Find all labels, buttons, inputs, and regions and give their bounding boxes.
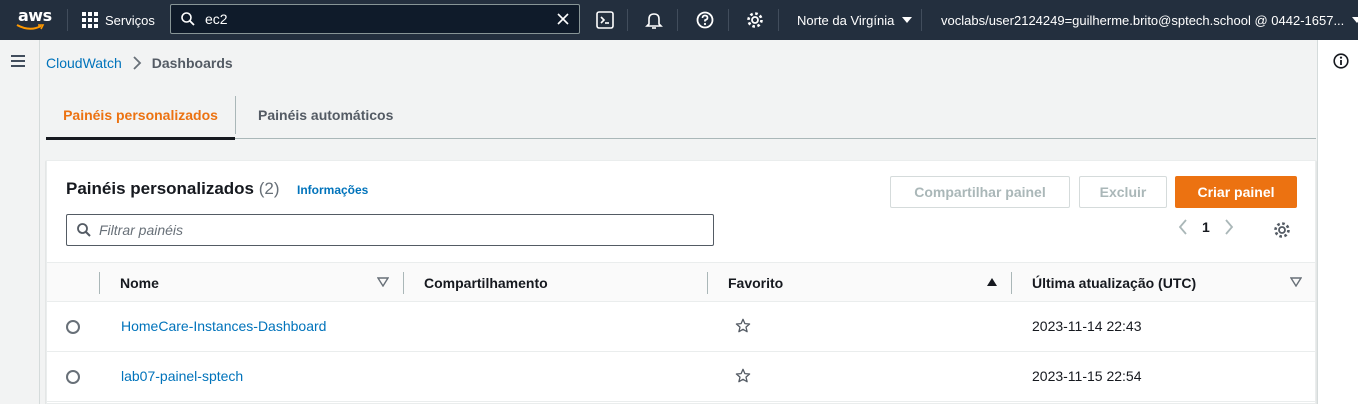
notifications-bell-icon[interactable] — [641, 0, 667, 40]
delete-button[interactable]: Excluir — [1079, 176, 1167, 208]
help-icon[interactable] — [692, 0, 718, 40]
next-page-button[interactable] — [1224, 219, 1234, 235]
chevron-left-icon — [1178, 219, 1187, 235]
help-side-panel — [1317, 40, 1358, 404]
page-number[interactable]: 1 — [1202, 219, 1210, 235]
panel-title: Painéis personalizados — [66, 179, 255, 198]
global-search-input[interactable]: ec2 — [170, 4, 580, 34]
nav-divider — [921, 9, 922, 31]
panel-header: Painéis personalizados (2) — [66, 179, 280, 199]
settings-gear-icon[interactable] — [742, 0, 768, 40]
column-header-last-updated[interactable]: Última atualização (UTC) — [1032, 263, 1196, 303]
chevron-down-icon — [902, 17, 913, 23]
search-icon — [181, 12, 195, 26]
favorite-star-icon[interactable] — [735, 368, 751, 384]
favorite-star-icon[interactable] — [735, 318, 751, 334]
nav-divider — [778, 9, 779, 31]
row-select-radio[interactable] — [66, 320, 80, 334]
column-header-sharing[interactable]: Compartilhamento — [424, 263, 548, 303]
account-label: voclabs/user2124249=guilherme.brito@spte… — [941, 12, 1345, 28]
create-dashboard-button[interactable]: Criar painel — [1175, 176, 1297, 208]
nav-divider — [627, 9, 628, 31]
pagination: 1 — [1178, 219, 1234, 235]
grid-icon — [82, 12, 98, 28]
sort-up-icon[interactable] — [986, 277, 998, 287]
table-row: lab07-painel-sptech 2023-11-15 22:54 — [47, 352, 1315, 402]
clear-search-icon[interactable] — [557, 13, 569, 25]
aws-smile-icon — [16, 24, 45, 30]
chevron-right-icon — [1225, 219, 1233, 235]
services-label: Serviços — [105, 12, 155, 28]
nav-divider — [677, 9, 678, 31]
region-selector[interactable]: Norte da Virgínia — [797, 0, 913, 40]
column-header-name[interactable]: Nome — [120, 263, 159, 303]
filter-dashboards-field[interactable] — [66, 214, 714, 246]
dashboard-name-link[interactable]: lab07-painel-sptech — [121, 368, 243, 384]
table-preferences-gear-icon[interactable] — [1273, 221, 1291, 239]
aws-logo[interactable]: aws — [14, 5, 52, 35]
chevron-right-icon — [133, 56, 142, 70]
breadcrumb-current: Dashboards — [151, 55, 233, 71]
last-updated-value: 2023-11-14 22:43 — [1032, 318, 1142, 334]
search-icon — [77, 223, 91, 237]
info-link[interactable]: Informações — [297, 183, 368, 197]
search-query-text: ec2 — [205, 11, 228, 27]
dashboard-name-link[interactable]: HomeCare-Instances-Dashboard — [121, 318, 326, 334]
sort-down-icon[interactable] — [1290, 277, 1302, 287]
previous-page-button[interactable] — [1178, 219, 1188, 235]
column-divider — [1011, 272, 1012, 294]
column-divider — [403, 272, 404, 294]
table-header: Nome Compartilhamento Favorito Última at… — [47, 262, 1315, 302]
tab-automatic-dashboards[interactable]: Painéis automáticos — [258, 92, 393, 138]
breadcrumb: CloudWatch Dashboards — [46, 55, 233, 71]
sort-down-icon[interactable] — [377, 277, 389, 287]
column-divider — [707, 272, 708, 294]
breadcrumb-cloudwatch-link[interactable]: CloudWatch — [46, 55, 122, 71]
column-divider — [99, 272, 100, 294]
table-row: HomeCare-Instances-Dashboard 2023-11-14 … — [47, 302, 1315, 352]
services-menu-button[interactable]: Serviços — [82, 0, 155, 40]
dashboard-count: (2) — [258, 179, 280, 198]
row-select-radio[interactable] — [66, 370, 80, 384]
dashboard-tabs: Painéis personalizados Painéis automátic… — [46, 92, 1316, 140]
tab-divider — [235, 96, 236, 134]
info-icon[interactable] — [1333, 53, 1349, 69]
account-menu[interactable]: voclabs/user2124249=guilherme.brito@spte… — [941, 0, 1358, 40]
filter-dashboards-input[interactable] — [99, 222, 659, 238]
nav-divider — [67, 9, 68, 31]
hamburger-menu-icon[interactable] — [11, 55, 25, 67]
chevron-down-icon — [1352, 17, 1358, 23]
column-header-favorite[interactable]: Favorito — [728, 263, 783, 303]
nav-divider — [728, 9, 729, 31]
cloudshell-icon[interactable] — [592, 0, 618, 40]
tab-custom-dashboards[interactable]: Painéis personalizados — [46, 92, 235, 140]
region-label: Norte da Virgínia — [797, 12, 895, 28]
dashboards-table-container: Painéis personalizados (2) Informações C… — [46, 160, 1316, 404]
top-navigation-bar: aws Serviços ec2 Norte da Virgínia vocla… — [0, 0, 1358, 40]
share-dashboard-button[interactable]: Compartilhar painel — [890, 176, 1070, 208]
left-divider — [39, 40, 40, 404]
last-updated-value: 2023-11-15 22:54 — [1032, 368, 1142, 384]
